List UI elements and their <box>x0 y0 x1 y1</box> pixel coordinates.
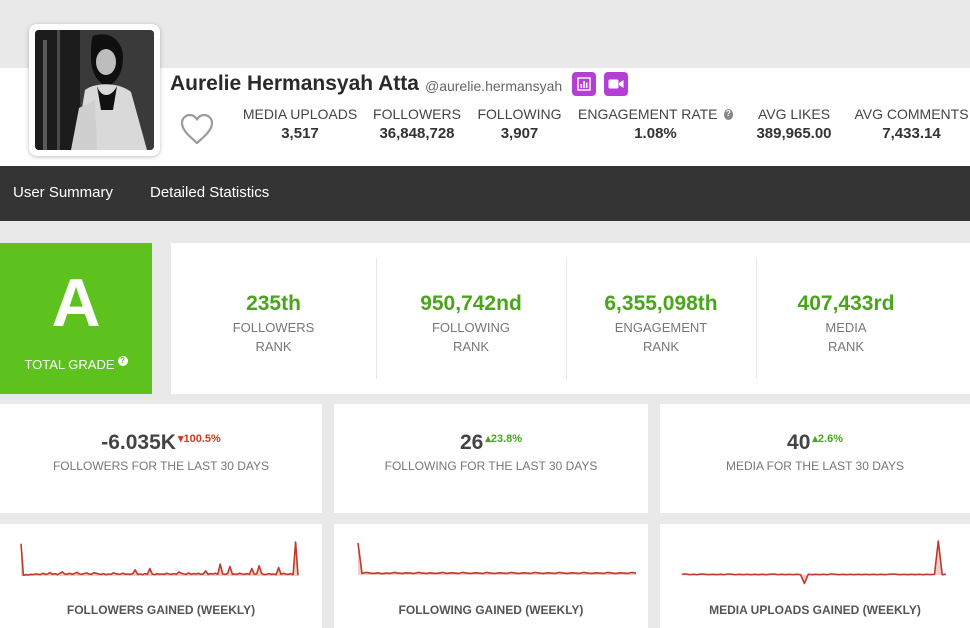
following-gained-card: FOLLOWING GAINED (WEEKLY) <box>334 524 648 628</box>
rank-following: 950,742nd FOLLOWING RANK <box>376 243 566 394</box>
stat-avg-comments: AVG COMMENTS 7,433.14 <box>854 106 969 142</box>
stat-engagement-rate: ENGAGEMENT RATE ? 1.08% <box>578 106 733 142</box>
rank-sub: RANK <box>452 339 490 354</box>
grade-label: TOTAL GRADE <box>24 357 115 372</box>
rank-value: 235th <box>246 292 301 315</box>
stat-label: FOLLOWING <box>477 106 562 122</box>
change-label: MEDIA FOR THE LAST 30 DAYS <box>725 459 905 473</box>
rank-value: 950,742nd <box>420 292 522 315</box>
graph-area <box>682 541 946 584</box>
followers-gained-card: FOLLOWERS GAINED (WEEKLY) <box>0 524 322 628</box>
rank-sub: RANK <box>255 339 292 354</box>
stat-media-uploads: MEDIA UPLOADS 3,517 <box>242 106 358 142</box>
stat-value: 389,965.00 <box>756 125 832 142</box>
stat-value: 3,907 <box>500 125 539 142</box>
video-button[interactable] <box>604 72 629 96</box>
stat-following: FOLLOWING 3,907 <box>477 106 562 142</box>
rank-label: FOLLOWING <box>431 320 510 335</box>
change-percent-value: 100.5% <box>183 433 221 445</box>
change-percent: ▴2.6% <box>812 432 843 445</box>
media-gained-card: MEDIA UPLOADS GAINED (WEEKLY) <box>660 524 970 628</box>
change-value: -6.035K <box>101 431 176 454</box>
stat-label-row: ENGAGEMENT RATE ? <box>578 106 733 122</box>
profile-name-row: Aurelie Hermansyah Atta @aurelie.hermans… <box>170 72 629 96</box>
following-gained-graph <box>357 542 637 575</box>
profile-handle: @aurelie.hermansyah <box>424 77 563 94</box>
change-percent-value: 23.8% <box>490 433 523 445</box>
change-main: 40 ▴2.6% <box>660 431 970 455</box>
bar-chart-icon <box>577 77 591 91</box>
avatar-frame <box>29 24 160 156</box>
change-label: FOLLOWING FOR THE LAST 30 DAYS <box>384 459 598 473</box>
change-value: 26 <box>459 431 484 454</box>
graph-area <box>21 542 298 576</box>
graph-label: MEDIA UPLOADS GAINED (WEEKLY) <box>709 603 921 617</box>
rank-sub: RANK <box>827 339 865 354</box>
rank-value: 6,355,098th <box>604 292 718 315</box>
rank-label: MEDIA <box>825 320 867 335</box>
stat-label: ENGAGEMENT RATE <box>578 106 718 122</box>
rank-label: ENGAGEMENT <box>614 320 708 335</box>
grade-letter: A <box>51 265 101 341</box>
bar-chart-button[interactable] <box>572 72 597 96</box>
stat-label: AVG LIKES <box>757 106 831 122</box>
change-percent-value: 2.6% <box>817 433 843 445</box>
graph-line <box>357 542 637 575</box>
avatar[interactable] <box>35 30 154 150</box>
stat-value: 36,848,728 <box>379 125 455 142</box>
rank-media: 407,433rd MEDIA RANK <box>756 243 936 394</box>
graph-area <box>358 543 636 575</box>
stat-value: 3,517 <box>281 125 319 142</box>
stat-avg-likes: AVG LIKES 389,965.00 <box>748 106 840 142</box>
followers-gained-graph <box>20 541 299 577</box>
rank-value: 407,433rd <box>797 292 895 315</box>
profile-name: Aurelie Hermansyah Atta <box>170 72 419 95</box>
avatar-photo <box>35 30 154 150</box>
change-main: 26 ▴23.8% <box>334 431 648 455</box>
rank-engagement: 6,355,098th ENGAGEMENT RANK <box>566 243 756 394</box>
rank-followers: 235th FOLLOWERS RANK <box>171 243 376 394</box>
stat-value: 1.08% <box>634 125 677 142</box>
media-change-card: 40 ▴2.6% MEDIA FOR THE LAST 30 DAYS <box>660 404 970 513</box>
tab-user-summary[interactable]: User Summary <box>13 184 113 202</box>
rank-panel: 235th FOLLOWERS RANK 950,742nd FOLLOWING… <box>171 243 970 394</box>
rank-label: FOLLOWERS <box>232 320 315 335</box>
help-icon[interactable]: ? <box>117 355 128 366</box>
change-main: -6.035K ▾100.5% <box>0 431 322 455</box>
stat-value: 7,433.14 <box>882 125 941 142</box>
graph-line <box>20 541 299 577</box>
followers-change-card: -6.035K ▾100.5% FOLLOWERS FOR THE LAST 3… <box>0 404 322 513</box>
media-gained-graph <box>681 540 947 585</box>
nav-bar: User Summary Detailed Statistics <box>0 166 970 221</box>
stat-label: FOLLOWERS <box>373 106 461 122</box>
stat-label: MEDIA UPLOADS <box>242 106 358 122</box>
video-camera-icon <box>608 79 624 89</box>
graph-label: FOLLOWING GAINED (WEEKLY) <box>398 603 584 617</box>
grade-label-row: TOTAL GRADE ? <box>0 355 152 372</box>
total-grade-card: A TOTAL GRADE ? <box>0 243 152 394</box>
graph-line <box>681 540 947 585</box>
stat-label: AVG COMMENTS <box>854 106 969 122</box>
heart-icon[interactable] <box>179 112 215 146</box>
change-percent: ▴23.8% <box>485 432 522 445</box>
change-label: FOLLOWERS FOR THE LAST 30 DAYS <box>52 459 270 473</box>
change-percent: ▾100.5% <box>178 432 221 445</box>
help-icon[interactable]: ? <box>723 108 733 120</box>
stat-followers: FOLLOWERS 36,848,728 <box>372 106 462 142</box>
graph-label: FOLLOWERS GAINED (WEEKLY) <box>66 603 256 617</box>
following-change-card: 26 ▴23.8% FOLLOWING FOR THE LAST 30 DAYS <box>334 404 648 513</box>
change-value: 40 <box>787 431 811 454</box>
tab-detailed-statistics[interactable]: Detailed Statistics <box>150 184 269 202</box>
rank-sub: RANK <box>642 339 680 354</box>
